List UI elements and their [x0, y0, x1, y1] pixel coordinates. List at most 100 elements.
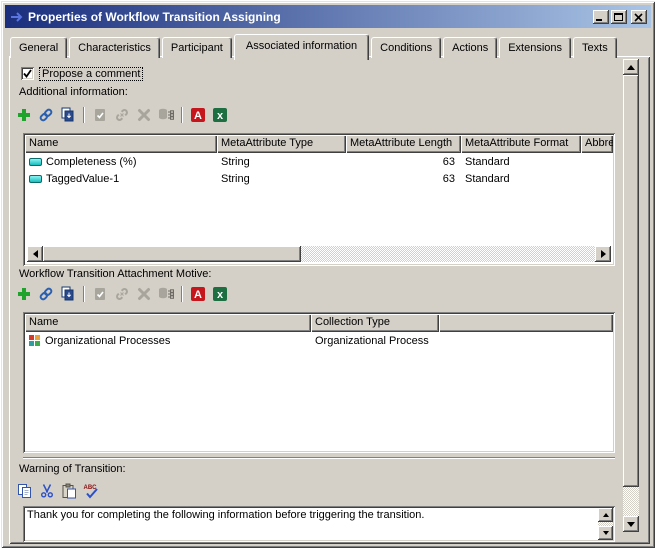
- row-format: Standard: [461, 156, 581, 168]
- horizontal-scrollbar[interactable]: [27, 246, 611, 262]
- tab-characteristics[interactable]: Characteristics: [69, 37, 160, 58]
- arrow-down-icon: [603, 531, 609, 535]
- table-row[interactable]: Organizational Processes Organizational …: [25, 332, 613, 349]
- paste-icon[interactable]: [61, 483, 77, 499]
- attachment-motive-toolbar: A x: [16, 284, 228, 304]
- close-button[interactable]: [631, 10, 647, 24]
- tagged-value-icon: [29, 175, 42, 183]
- svg-text:x: x: [217, 110, 224, 122]
- horizontal-scrollbar-thumb[interactable]: [43, 246, 301, 262]
- pdf-export-icon[interactable]: A: [190, 107, 206, 123]
- textarea-scroll-down-button[interactable]: [598, 526, 613, 540]
- pdf-export-icon[interactable]: A: [190, 286, 206, 302]
- delete-icon[interactable]: [136, 107, 152, 123]
- organizational-process-icon: [29, 335, 41, 347]
- column-header-collection-type[interactable]: Collection Type: [311, 314, 439, 332]
- tab-conditions[interactable]: Conditions: [371, 37, 441, 58]
- vertical-scrollbar-thumb[interactable]: [623, 75, 639, 487]
- toolbar-separator: [181, 107, 183, 123]
- additional-information-label: Additional information:: [19, 86, 128, 98]
- column-header-metaattribute-format[interactable]: MetaAttribute Format: [461, 135, 581, 153]
- propose-comment-row: Propose a comment: [21, 67, 142, 80]
- row-format: Standard: [461, 173, 581, 185]
- table-row[interactable]: Completeness (%) String 63 Standard: [25, 153, 613, 170]
- link-icon[interactable]: [38, 107, 54, 123]
- column-header-blank[interactable]: [439, 314, 613, 332]
- unlink-icon[interactable]: [114, 107, 130, 123]
- column-header-name[interactable]: Name: [25, 314, 311, 332]
- row-name: TaggedValue-1: [46, 173, 119, 185]
- vertical-scrollbar-track[interactable]: [623, 487, 639, 516]
- propose-comment-checkbox[interactable]: [21, 67, 34, 80]
- row-length: 63: [346, 156, 461, 168]
- row-type: String: [217, 173, 346, 185]
- svg-text:A: A: [194, 110, 202, 122]
- maximize-button[interactable]: [611, 10, 627, 24]
- add-icon[interactable]: [16, 286, 32, 302]
- warning-label: Warning of Transition:: [19, 463, 126, 475]
- toolbar-separator: [83, 107, 85, 123]
- database-tree-icon[interactable]: [158, 107, 174, 123]
- column-header-metaattribute-type[interactable]: MetaAttribute Type: [217, 135, 346, 153]
- excel-export-icon[interactable]: x: [212, 107, 228, 123]
- column-header-metaattribute-length[interactable]: MetaAttribute Length: [346, 135, 461, 153]
- arrow-left-icon: [33, 250, 38, 258]
- arrow-up-icon: [627, 65, 635, 70]
- tab-strip: General Characteristics Participant Asso…: [10, 30, 619, 58]
- document-check-icon[interactable]: [92, 107, 108, 123]
- tagged-value-icon: [29, 158, 42, 166]
- titlebar: Properties of Workflow Transition Assign…: [5, 5, 651, 28]
- copy-arrow-icon[interactable]: [60, 107, 76, 123]
- window-title: Properties of Workflow Transition Assign…: [28, 10, 593, 24]
- unlink-icon[interactable]: [114, 286, 130, 302]
- scroll-right-button[interactable]: [595, 246, 611, 262]
- row-length: 63: [346, 173, 461, 185]
- add-icon[interactable]: [16, 107, 32, 123]
- maximize-icon: [614, 13, 623, 21]
- document-check-icon[interactable]: [92, 286, 108, 302]
- tab-participant[interactable]: Participant: [162, 37, 232, 58]
- svg-text:x: x: [217, 289, 224, 301]
- minimize-button[interactable]: [593, 10, 609, 24]
- cut-icon[interactable]: [39, 483, 55, 499]
- excel-export-icon[interactable]: x: [212, 286, 228, 302]
- table-header: Name Collection Type: [25, 314, 613, 332]
- tab-page-associated-information: Propose a comment Additional information…: [9, 56, 650, 544]
- toolbar-separator: [83, 286, 85, 302]
- window-icon: [9, 9, 25, 25]
- copy-arrow-icon[interactable]: [60, 286, 76, 302]
- tab-extensions[interactable]: Extensions: [499, 37, 571, 58]
- row-name: Completeness (%): [46, 156, 136, 168]
- additional-information-toolbar: A x: [16, 105, 228, 125]
- table-row[interactable]: TaggedValue-1 String 63 Standard: [25, 170, 613, 187]
- column-header-abbreviation[interactable]: Abbre: [581, 135, 613, 153]
- attachment-motive-label: Workflow Transition Attachment Motive:: [19, 268, 211, 280]
- tab-texts[interactable]: Texts: [573, 37, 617, 58]
- scroll-left-button[interactable]: [27, 246, 43, 262]
- tab-actions[interactable]: Actions: [443, 37, 497, 58]
- database-tree-icon[interactable]: [158, 286, 174, 302]
- propose-comment-label[interactable]: Propose a comment: [40, 68, 142, 80]
- textarea-scroll-up-button[interactable]: [598, 508, 613, 522]
- link-icon[interactable]: [38, 286, 54, 302]
- copy-icon[interactable]: [17, 483, 33, 499]
- tab-associated-information[interactable]: Associated information: [234, 34, 369, 60]
- tab-general[interactable]: General: [10, 37, 67, 58]
- row-name: Organizational Processes: [45, 335, 170, 347]
- additional-information-table: Name MetaAttribute Type MetaAttribute Le…: [23, 133, 615, 266]
- arrow-up-icon: [603, 513, 609, 517]
- column-header-name[interactable]: Name: [25, 135, 217, 153]
- horizontal-scrollbar-track[interactable]: [301, 246, 595, 262]
- scroll-down-button[interactable]: [623, 516, 639, 532]
- section-divider: [23, 457, 615, 459]
- scroll-up-button[interactable]: [623, 59, 639, 75]
- spell-check-icon[interactable]: ABC: [83, 483, 99, 499]
- textarea-scrollbar[interactable]: [598, 508, 613, 540]
- vertical-scrollbar[interactable]: [623, 59, 639, 532]
- warning-textarea[interactable]: Thank you for completing the following i…: [23, 506, 615, 542]
- row-type: String: [217, 156, 346, 168]
- minimize-icon: [596, 19, 602, 21]
- warning-text: Thank you for completing the following i…: [27, 509, 593, 521]
- delete-icon[interactable]: [136, 286, 152, 302]
- close-icon: [633, 11, 644, 26]
